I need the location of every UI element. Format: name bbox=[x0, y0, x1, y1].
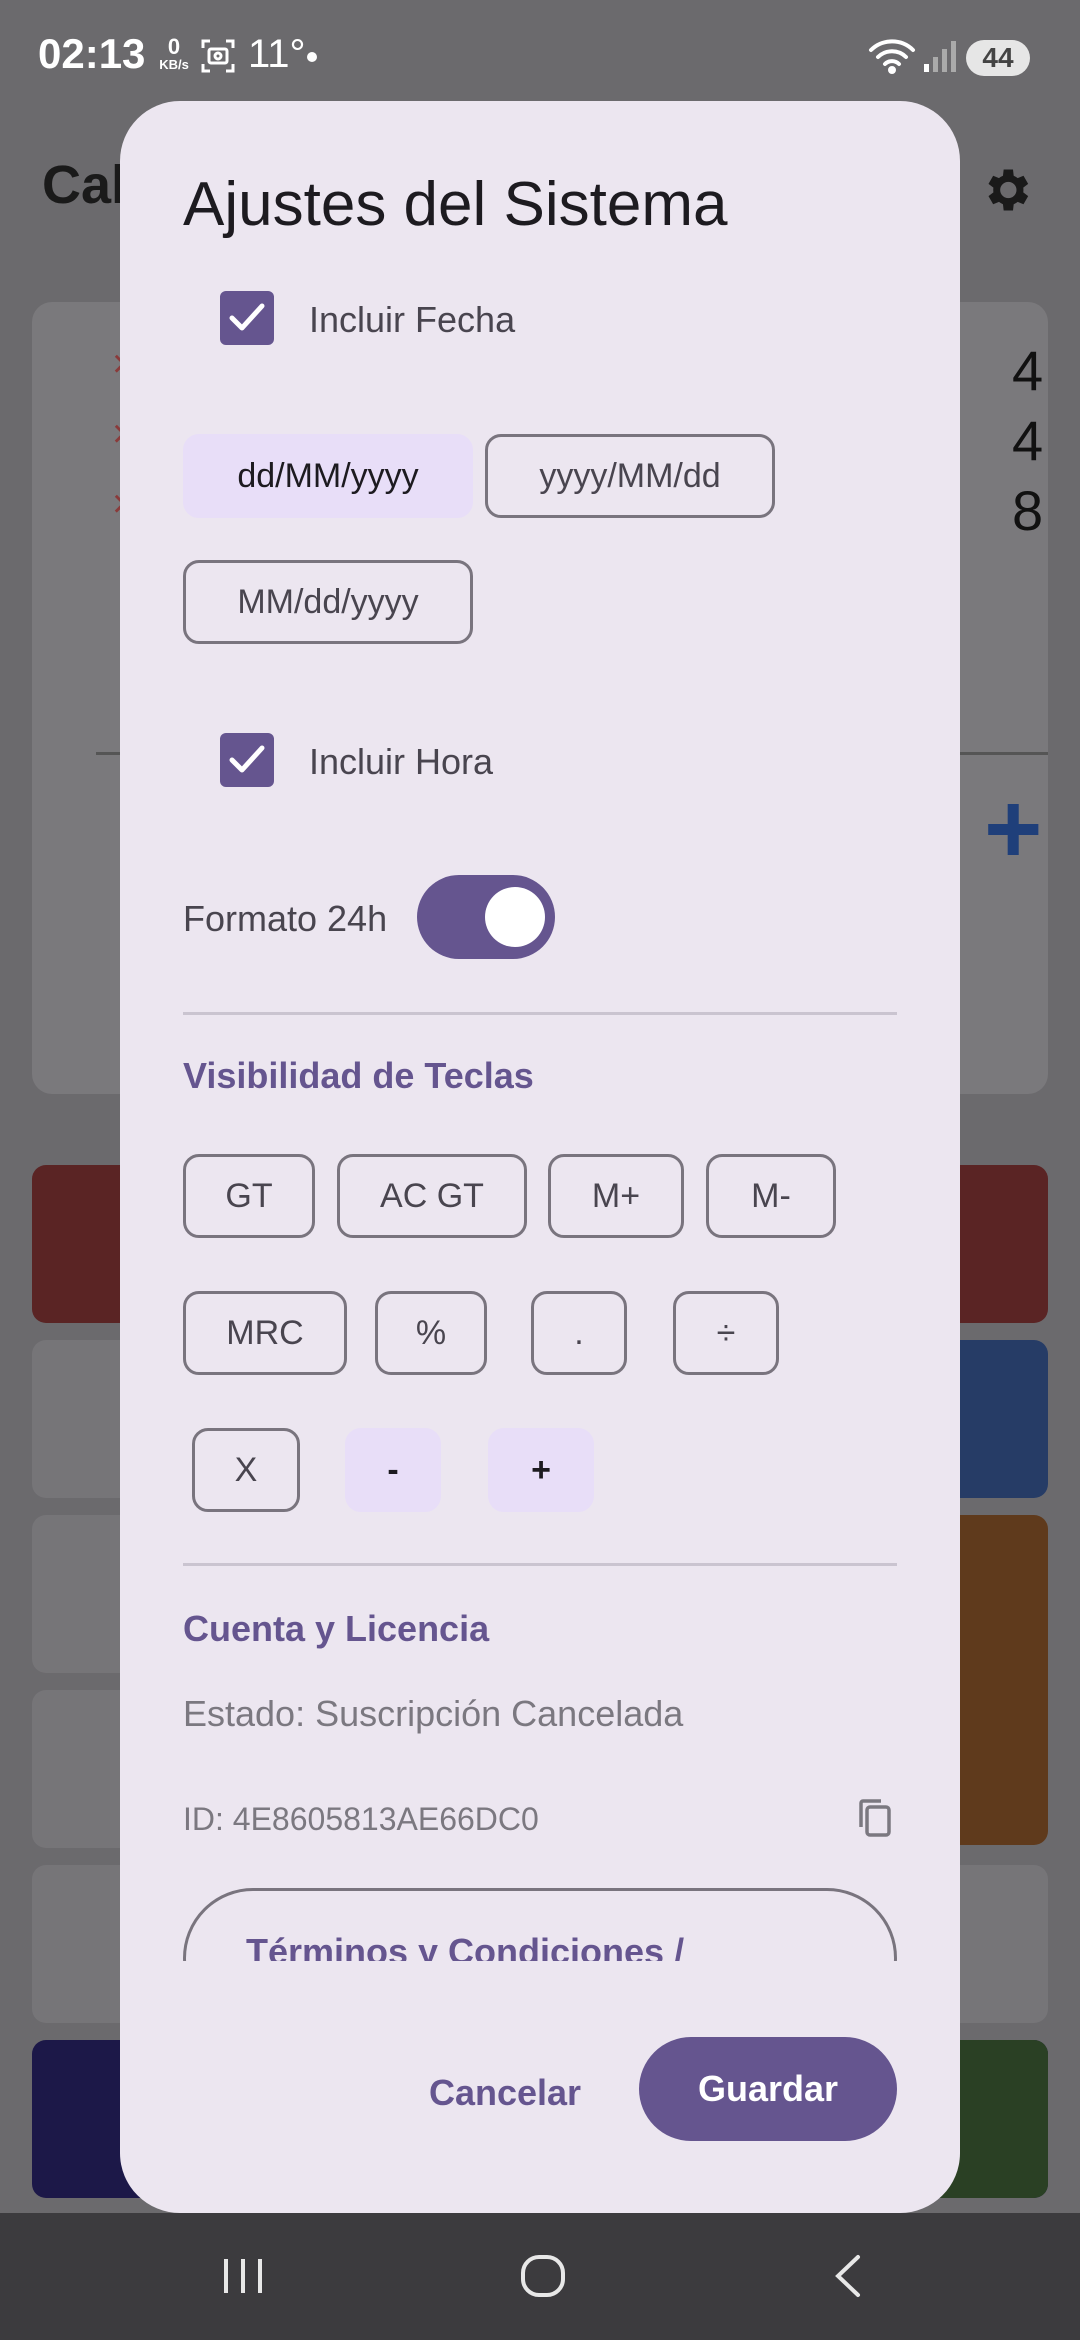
screenshot-icon bbox=[200, 38, 236, 79]
account-section-title: Cuenta y Licencia bbox=[183, 1608, 490, 1649]
include-date-label: Incluir Fecha bbox=[309, 299, 516, 340]
divider bbox=[183, 1012, 897, 1015]
settings-dialog: Ajustes del Sistema Incluir Fecha dd/MM/… bbox=[120, 101, 960, 2213]
key-toggle-ac-gt[interactable]: AC GT bbox=[337, 1154, 527, 1238]
row-value: 4 bbox=[1012, 409, 1044, 472]
notification-dot bbox=[307, 52, 317, 62]
key-toggle-m-minus[interactable]: M- bbox=[706, 1154, 836, 1238]
settings-scroll-area[interactable]: Incluir Fecha dd/MM/yyyy yyyy/MM/dd MM/d… bbox=[120, 271, 960, 1961]
terms-label: Términos y Condiciones / bbox=[246, 1931, 685, 1961]
format-24h-switch[interactable] bbox=[417, 875, 555, 959]
cancel-button[interactable]: Cancelar bbox=[420, 2041, 590, 2145]
key-toggle-plus[interactable]: + bbox=[488, 1428, 594, 1512]
date-format-chip[interactable]: MM/dd/yyyy bbox=[183, 560, 473, 644]
recent-apps-icon[interactable] bbox=[218, 2251, 268, 2306]
key-toggle-percent[interactable]: % bbox=[375, 1291, 487, 1375]
include-time-label: Incluir Hora bbox=[309, 741, 494, 782]
keys-section-title: Visibilidad de Teclas bbox=[183, 1055, 534, 1096]
app-title: Cal bbox=[42, 155, 127, 215]
key-toggle-gt[interactable]: GT bbox=[183, 1154, 315, 1238]
dialog-title: Ajustes del Sistema bbox=[183, 170, 728, 239]
network-speed: 0 KB/s bbox=[159, 34, 189, 72]
subscription-status: Estado: Suscripción Cancelada bbox=[183, 1693, 684, 1734]
date-format-chip[interactable]: dd/MM/yyyy bbox=[183, 434, 473, 518]
divider bbox=[183, 1563, 897, 1566]
save-button[interactable]: Guardar bbox=[639, 2037, 897, 2141]
check-icon bbox=[229, 303, 265, 331]
key-toggle-decimal[interactable]: . bbox=[531, 1291, 627, 1375]
terms-button[interactable]: Términos y Condiciones / bbox=[183, 1888, 897, 1961]
include-date-checkbox[interactable] bbox=[220, 291, 274, 345]
switch-knob bbox=[485, 887, 545, 947]
key-toggle-minus[interactable]: - bbox=[345, 1428, 441, 1512]
battery-indicator: 44 bbox=[966, 40, 1030, 76]
gear-icon bbox=[978, 162, 1034, 223]
copy-icon[interactable] bbox=[855, 1797, 895, 1846]
signal-icon bbox=[922, 38, 958, 79]
key-toggle-multiply[interactable]: X bbox=[192, 1428, 300, 1512]
add-symbol: + bbox=[984, 773, 1043, 885]
home-icon[interactable] bbox=[518, 2251, 568, 2306]
device-id: ID: 4E8605813AE66DC0 bbox=[183, 1801, 539, 1837]
status-time: 02:13 bbox=[38, 30, 146, 77]
key-toggle-mrc[interactable]: MRC bbox=[183, 1291, 347, 1375]
status-bar: 02:13 0 KB/s 11° 44 bbox=[0, 0, 1080, 110]
back-icon[interactable] bbox=[824, 2251, 874, 2306]
temperature: 11° bbox=[248, 32, 306, 76]
include-time-checkbox[interactable] bbox=[220, 733, 274, 787]
row-value: 8 bbox=[1012, 479, 1044, 542]
check-icon bbox=[229, 745, 265, 773]
date-format-chip[interactable]: yyyy/MM/dd bbox=[485, 434, 775, 518]
key-toggle-m-plus[interactable]: M+ bbox=[548, 1154, 684, 1238]
key-toggle-divide[interactable]: ÷ bbox=[673, 1291, 779, 1375]
row-value: 4 bbox=[1012, 339, 1044, 402]
wifi-icon bbox=[868, 38, 916, 79]
navigation-bar bbox=[0, 2213, 1080, 2340]
format-24h-label: Formato 24h bbox=[183, 898, 388, 939]
